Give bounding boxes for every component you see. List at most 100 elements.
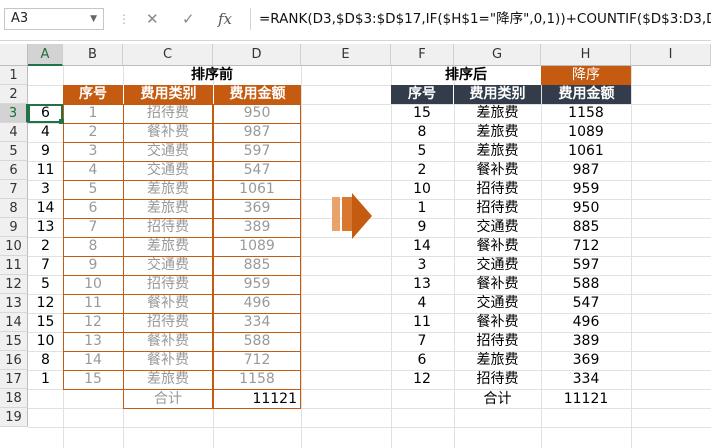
left-header-category: 费用类别 (123, 85, 213, 104)
left-amount-cell: 1158 (239, 371, 275, 387)
right-total-label: 合计 (483, 391, 512, 407)
right-amount-cell: 1061 (568, 143, 604, 159)
left-seq-cell: 15 (84, 371, 102, 387)
right-seq-cell: 15 (413, 105, 431, 121)
right-seq-cell: 11 (413, 314, 431, 330)
row-header-18[interactable]: 18 (0, 389, 28, 408)
dropdown-icon[interactable]: ▼ (90, 9, 97, 29)
row-header-6[interactable]: 6 (0, 161, 28, 180)
left-category-cell: 差旅费 (147, 181, 189, 197)
left-seq-cell: 11 (84, 295, 102, 311)
rank-cell: 7 (41, 257, 50, 273)
formula-bar-separator: ⋮ (118, 12, 130, 26)
name-box[interactable]: A3 ▼ (4, 8, 104, 30)
left-amount-cell: 885 (243, 257, 271, 273)
left-category-cell: 交通费 (147, 162, 189, 178)
row-header-2[interactable]: 2 (0, 85, 28, 104)
left-table-title: 排序前 (191, 67, 233, 83)
row-header-4[interactable]: 4 (0, 123, 28, 142)
right-category-cell: 差旅费 (476, 352, 519, 368)
row-header-13[interactable]: 13 (0, 294, 28, 313)
right-seq-cell: 1 (417, 200, 427, 216)
left-seq-cell: 9 (88, 257, 98, 273)
right-seq-cell: 4 (417, 295, 427, 311)
active-cell-a3[interactable] (28, 104, 63, 123)
left-amount-cell: 950 (243, 105, 271, 121)
row-header-9[interactable]: 9 (0, 218, 28, 237)
left-header-amount: 费用金额 (213, 85, 301, 104)
fill-handle[interactable] (59, 119, 64, 124)
gridline (28, 427, 711, 428)
row-header-19[interactable]: 19 (0, 408, 28, 427)
row-header-3[interactable]: 3 (0, 104, 28, 123)
sort-order-cell[interactable]: 降序 (541, 66, 631, 85)
right-category-cell: 招待费 (476, 333, 519, 349)
right-header-amount: 费用金额 (542, 85, 631, 104)
left-amount-cell: 369 (243, 200, 271, 216)
left-category-cell: 餐补费 (147, 295, 189, 311)
right-category-cell: 交通费 (476, 219, 519, 235)
right-total-value: 11121 (563, 391, 609, 407)
column-header-b[interactable]: B (63, 44, 123, 66)
fx-icon[interactable]: fx (218, 10, 232, 28)
right-category-cell: 交通费 (476, 257, 519, 273)
left-category-cell: 交通费 (147, 143, 189, 159)
row-header-1[interactable]: 1 (0, 66, 28, 85)
left-category-cell: 餐补费 (147, 124, 189, 140)
row-header-12[interactable]: 12 (0, 275, 28, 294)
right-category-cell: 餐补费 (476, 276, 519, 292)
right-seq-cell: 6 (417, 352, 427, 368)
right-amount-cell: 334 (572, 371, 600, 387)
right-category-cell: 差旅费 (476, 143, 519, 159)
right-category-cell: 差旅费 (476, 124, 519, 140)
right-seq-cell: 5 (417, 143, 427, 159)
left-seq-cell: 6 (88, 200, 98, 216)
left-seq-cell: 14 (84, 352, 102, 368)
row-header-17[interactable]: 17 (0, 370, 28, 389)
right-table-title: 排序后 (445, 67, 487, 83)
column-header-f[interactable]: F (391, 44, 454, 66)
cancel-icon[interactable]: ✕ (146, 10, 159, 28)
right-arrow-icon (332, 193, 372, 239)
formula-input[interactable]: =RANK(D3,$D$3:$D$17,IF($H$1="降序",0,1))+C… (250, 8, 711, 30)
left-seq-cell: 3 (88, 143, 98, 159)
row-header-5[interactable]: 5 (0, 142, 28, 161)
column-header-h[interactable]: H (541, 44, 631, 66)
left-amount-cell: 959 (243, 276, 271, 292)
rank-cell: 4 (41, 124, 50, 140)
left-category-cell: 交通费 (147, 257, 189, 273)
right-category-cell: 招待费 (476, 181, 519, 197)
select-all-corner[interactable] (0, 44, 28, 66)
rank-cell: 2 (41, 238, 50, 254)
column-header-g[interactable]: G (454, 44, 541, 66)
right-seq-cell: 9 (417, 219, 427, 235)
right-seq-cell: 10 (413, 181, 431, 197)
right-amount-cell: 987 (572, 162, 600, 178)
column-header-a[interactable]: A (28, 44, 63, 66)
right-amount-cell: 547 (572, 295, 600, 311)
row-header-15[interactable]: 15 (0, 332, 28, 351)
row-header-14[interactable]: 14 (0, 313, 28, 332)
left-seq-cell: 7 (88, 219, 98, 235)
column-header-e[interactable]: E (301, 44, 391, 66)
row-header-16[interactable]: 16 (0, 351, 28, 370)
row-header-11[interactable]: 11 (0, 256, 28, 275)
rank-cell: 13 (36, 219, 55, 235)
row-header-7[interactable]: 7 (0, 180, 28, 199)
row-header-8[interactable]: 8 (0, 199, 28, 218)
right-amount-cell: 959 (572, 181, 600, 197)
column-header-d[interactable]: D (213, 44, 301, 66)
left-amount-cell: 987 (243, 124, 271, 140)
confirm-icon[interactable]: ✓ (182, 10, 195, 28)
rank-cell: 14 (36, 200, 55, 216)
left-category-cell: 招待费 (147, 105, 189, 121)
rank-cell: 9 (41, 143, 50, 159)
rank-cell: 5 (41, 276, 50, 292)
left-amount-cell: 712 (243, 352, 271, 368)
column-header-i[interactable]: I (631, 44, 711, 66)
left-amount-cell: 597 (243, 143, 271, 159)
right-amount-cell: 597 (572, 257, 600, 273)
formula-bar: A3 ▼ ⋮ ✕ ✓ fx =RANK(D3,$D$3:$D$17,IF($H$… (0, 0, 711, 41)
row-header-10[interactable]: 10 (0, 237, 28, 256)
column-header-c[interactable]: C (123, 44, 213, 66)
